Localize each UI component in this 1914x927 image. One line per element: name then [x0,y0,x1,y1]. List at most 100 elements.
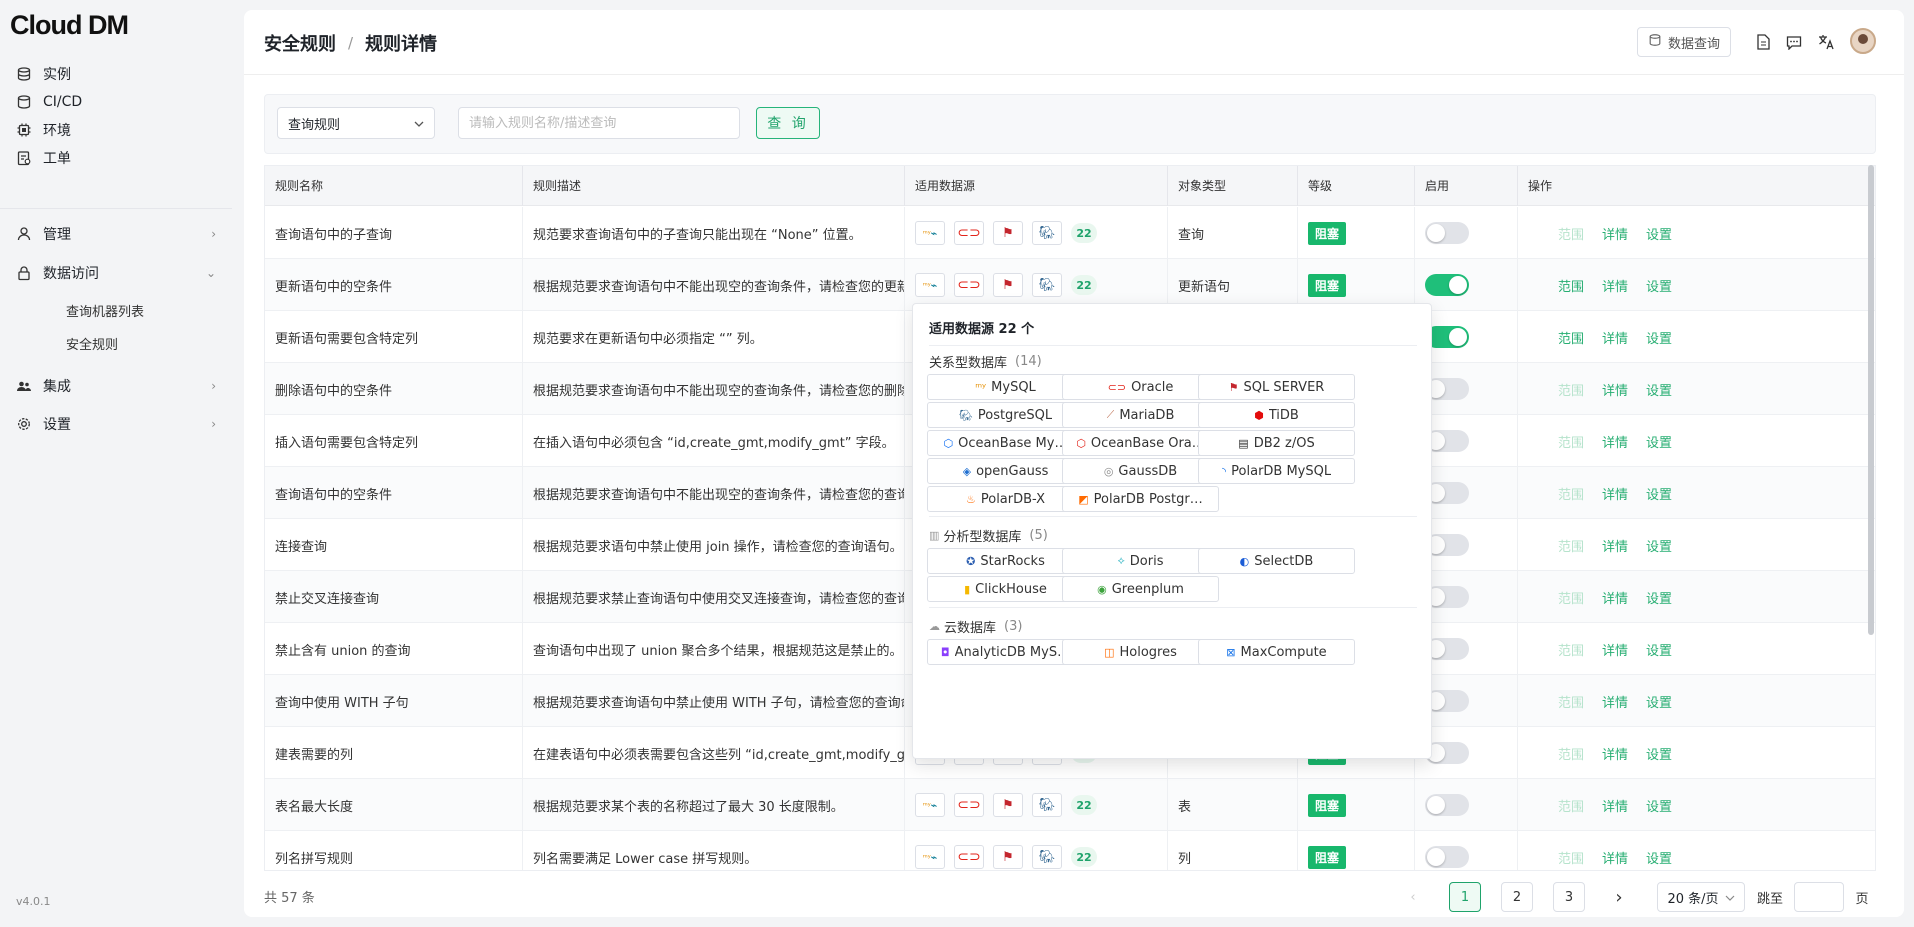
prev-page-button[interactable]: ‹ [1405,882,1421,912]
query-button[interactable]: 查 询 [756,107,820,139]
scope-link[interactable]: 范围 [1558,536,1584,555]
enable-toggle[interactable] [1425,222,1469,244]
settings-link[interactable]: 设置 [1646,796,1672,815]
datasource-item[interactable]: ◉ Greenplum [1062,576,1219,602]
sidebar-group-integration[interactable]: 集成 › [16,373,216,399]
scope-link[interactable]: 范围 [1558,692,1584,711]
settings-link[interactable]: 设置 [1646,328,1672,347]
scope-link[interactable]: 范围 [1558,328,1584,347]
sqlserver-logo-icon[interactable]: ⚑ [993,221,1023,245]
translate-icon[interactable] [1817,33,1835,51]
datasource-item[interactable]: ⬡ OceanBase My… [927,430,1084,456]
datasource-item[interactable]: ◐ SelectDB [1198,548,1355,574]
page-2-button[interactable]: 2 [1501,882,1533,912]
datasource-item[interactable]: ◈ openGauss [927,458,1084,484]
sqlserver-logo-icon[interactable]: ⚑ [993,845,1023,869]
detail-link[interactable]: 详情 [1602,432,1628,451]
settings-link[interactable]: 设置 [1646,848,1672,867]
enable-toggle[interactable] [1425,846,1469,868]
detail-link[interactable]: 详情 [1602,588,1628,607]
detail-link[interactable]: 详情 [1602,848,1628,867]
oracle-logo-icon[interactable]: ⊂⊃ [954,793,984,817]
sidebar-item-environment[interactable]: 环境 [16,117,216,143]
settings-link[interactable]: 设置 [1646,432,1672,451]
scope-link[interactable]: 范围 [1558,432,1584,451]
sidebar-item-cicd[interactable]: CI/CD [16,89,216,115]
page-size-select[interactable]: 20 条/页 [1657,882,1745,912]
avatar[interactable] [1850,28,1876,54]
datasource-item[interactable]: ♨ PolarDB-X [927,486,1084,512]
mysql-logo-icon[interactable]: ᵐʸ⌁ [915,793,945,817]
table-scrollbar[interactable] [1868,165,1874,635]
datasource-count-badge[interactable]: 22 [1071,847,1097,867]
datasource-item[interactable]: ▤ DB2 z/OS [1198,430,1355,456]
sidebar-group-manage[interactable]: 管理 › [16,221,216,247]
datasource-item[interactable]: ⬡ OceanBase Ora… [1062,430,1219,456]
datasource-item[interactable]: 🐘︎ PostgreSQL [927,402,1084,428]
settings-link[interactable]: 设置 [1646,536,1672,555]
search-input[interactable] [458,107,740,139]
mysql-logo-icon[interactable]: ᵐʸ⌁ [915,273,945,297]
datasource-item[interactable]: ◘ AnalyticDB MyS… [927,639,1084,665]
scope-link[interactable]: 范围 [1558,224,1584,243]
scope-link[interactable]: 范围 [1558,276,1584,295]
detail-link[interactable]: 详情 [1602,536,1628,555]
detail-link[interactable]: 详情 [1602,744,1628,763]
settings-link[interactable]: 设置 [1646,276,1672,295]
datasource-item[interactable]: ✪ StarRocks [927,548,1084,574]
settings-link[interactable]: 设置 [1646,640,1672,659]
datasource-item[interactable]: ⚑ SQL SERVER [1198,374,1355,400]
settings-link[interactable]: 设置 [1646,224,1672,243]
sqlserver-logo-icon[interactable]: ⚑ [993,793,1023,817]
datasource-item[interactable]: ⬢ TiDB [1198,402,1355,428]
scope-link[interactable]: 范围 [1558,640,1584,659]
scope-link[interactable]: 范围 [1558,744,1584,763]
enable-toggle[interactable] [1425,794,1469,816]
scope-link[interactable]: 范围 [1558,484,1584,503]
breadcrumb-security-rules[interactable]: 安全规则 [264,30,336,56]
enable-toggle[interactable] [1425,274,1469,296]
data-query-button[interactable]: 数据查询 [1637,27,1732,57]
sidebar-item-instances[interactable]: 实例 [16,61,216,87]
detail-link[interactable]: 详情 [1602,640,1628,659]
datasource-item[interactable]: ◝ PolarDB MySQL [1198,458,1355,484]
detail-link[interactable]: 详情 [1602,224,1628,243]
sidebar-subitem-security-rules[interactable]: 安全规则 [66,334,118,353]
oracle-logo-icon[interactable]: ⊂⊃ [954,845,984,869]
datasource-item[interactable]: ⊠ MaxCompute [1198,639,1355,665]
oracle-logo-icon[interactable]: ⊂⊃ [954,273,984,297]
detail-link[interactable]: 详情 [1602,276,1628,295]
postgresql-logo-icon[interactable]: 🐘︎ [1032,221,1062,245]
datasource-count-badge[interactable]: 22 [1071,795,1097,815]
document-icon[interactable] [1754,33,1772,51]
detail-link[interactable]: 详情 [1602,692,1628,711]
mysql-logo-icon[interactable]: ᵐʸ⌁ [915,221,945,245]
datasource-count-badge[interactable]: 22 [1071,275,1097,295]
sidebar-group-settings[interactable]: 设置 › [16,411,216,437]
datasource-item[interactable]: ⟡ Doris [1062,548,1219,574]
detail-link[interactable]: 详情 [1602,380,1628,399]
detail-link[interactable]: 详情 [1602,796,1628,815]
oracle-logo-icon[interactable]: ⊂⊃ [954,221,984,245]
sidebar-group-data-access[interactable]: 数据访问 ⌄ [16,260,216,286]
next-page-button[interactable]: › [1611,882,1627,912]
settings-link[interactable]: 设置 [1646,744,1672,763]
settings-link[interactable]: 设置 [1646,484,1672,503]
detail-link[interactable]: 详情 [1602,328,1628,347]
sidebar-subitem-query-machines[interactable]: 查询机器列表 [66,301,144,320]
postgresql-logo-icon[interactable]: 🐘︎ [1032,793,1062,817]
settings-link[interactable]: 设置 [1646,692,1672,711]
detail-link[interactable]: 详情 [1602,484,1628,503]
datasource-item[interactable]: ⊂⊃ Oracle [1062,374,1219,400]
datasource-count-badge[interactable]: 22 [1071,223,1097,243]
postgresql-logo-icon[interactable]: 🐘︎ [1032,273,1062,297]
datasource-item[interactable]: ◫ Hologres [1062,639,1219,665]
page-3-button[interactable]: 3 [1553,882,1585,912]
settings-link[interactable]: 设置 [1646,380,1672,399]
datasource-item[interactable]: ◎ GaussDB [1062,458,1219,484]
rule-type-select[interactable]: 查询规则 [277,107,435,139]
postgresql-logo-icon[interactable]: 🐘︎ [1032,845,1062,869]
mysql-logo-icon[interactable]: ᵐʸ⌁ [915,845,945,869]
scope-link[interactable]: 范围 [1558,796,1584,815]
scope-link[interactable]: 范围 [1558,588,1584,607]
